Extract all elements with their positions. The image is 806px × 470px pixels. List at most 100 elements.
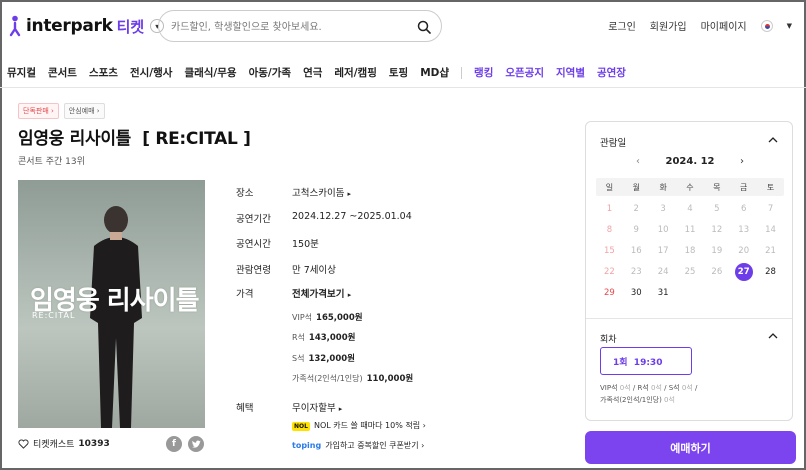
nav-classic[interactable]: 클래식/무용 — [184, 65, 236, 80]
nav-toping[interactable]: 토핑 — [389, 65, 408, 80]
period-label: 공연기간 — [236, 214, 271, 225]
calendar-day: 18 — [684, 245, 696, 256]
toping-benefit[interactable]: toping 가입하고 중복할인 쿠폰받기 › — [292, 440, 424, 451]
installment-link[interactable]: 무이자할부 ▸ — [292, 400, 342, 414]
calendar-day: 1 — [606, 203, 613, 214]
calendar-day: 7 — [767, 203, 774, 214]
chevron-down-icon[interactable]: ▼ — [787, 22, 792, 30]
calendar-day: 22 — [604, 266, 615, 277]
nav-family[interactable]: 아동/가족 — [249, 65, 291, 80]
nav-musical[interactable]: 뮤지컬 — [7, 65, 36, 80]
next-month-icon[interactable]: › — [740, 156, 744, 167]
nav-ranking[interactable]: 랭킹 — [474, 65, 493, 80]
calendar-day: 10 — [657, 224, 669, 235]
calendar-day[interactable]: 31 — [654, 284, 672, 302]
price-label: 가격 — [236, 289, 254, 300]
month-nav: ‹ 2024. 12 › — [586, 156, 794, 167]
calendar-day: 25 — [684, 266, 696, 277]
round-option-button[interactable]: 1회 19:30 — [600, 347, 692, 375]
nav-open-notice[interactable]: 오픈공지 — [505, 65, 544, 80]
runtime-value: 150분 — [292, 239, 319, 250]
korea-flag-icon[interactable] — [760, 19, 773, 32]
date-label: 관람일 — [600, 138, 627, 149]
booking-panel: 관람일 ‹ 2024. 12 › 일 월 화 수 목 금 토 123456789… — [585, 121, 793, 421]
price-row: R석 143,000원 — [292, 333, 356, 343]
mypage-link[interactable]: 마이페이지 — [701, 18, 747, 33]
chevron-up-icon[interactable] — [768, 333, 778, 339]
chevron-up-icon[interactable] — [768, 137, 778, 143]
venue-label: 장소 — [236, 188, 254, 199]
poster-image: 임영웅 리사이틀 RE:CITAL — [18, 180, 205, 428]
nav-exhibition[interactable]: 전시/행사 — [130, 65, 172, 80]
calendar-day: 26 — [711, 266, 723, 277]
calendar-day: 13 — [738, 224, 750, 235]
calendar-day: 19 — [711, 245, 723, 256]
nav-mdshop[interactable]: MD샵 — [420, 65, 449, 80]
benefit-label: 혜택 — [236, 403, 254, 414]
header: interpark 티켓 ▾ 로그인 회원가입 마이페이지 ▼ — [0, 0, 806, 52]
calendar-day: 11 — [684, 224, 696, 235]
ticketcast-count: 10393 — [78, 438, 110, 449]
month-label: 2024. 12 — [665, 156, 715, 167]
prev-month-icon[interactable]: ‹ — [636, 156, 640, 167]
exclusive-badge[interactable]: 단독판매 › — [18, 103, 59, 119]
calendar-day: 12 — [711, 224, 723, 235]
price-row: S석 132,000원 — [292, 354, 355, 364]
calendar-day[interactable]: 29 — [600, 284, 618, 302]
price-row: 가족석(2인석/1인당) 110,000원 — [292, 374, 414, 384]
calendar-day[interactable]: 28 — [762, 263, 780, 281]
calendar-day: 4 — [687, 203, 693, 214]
calendar-day: 9 — [633, 224, 639, 235]
safe-booking-badge[interactable]: 안심예매 › — [63, 103, 105, 119]
calendar-day[interactable]: 30 — [627, 284, 645, 302]
nav-leisure[interactable]: 레저/캠핑 — [334, 65, 376, 80]
logo-ticket: 티켓 — [116, 17, 145, 36]
weekday-header: 일 월 화 수 목 금 토 — [596, 178, 784, 196]
book-button[interactable]: 예매하기 — [585, 431, 796, 464]
nav-region[interactable]: 지역별 — [556, 65, 585, 80]
calendar-day: 3 — [660, 203, 666, 214]
top-links: 로그인 회원가입 마이페이지 ▼ — [594, 18, 792, 33]
nav-play[interactable]: 연극 — [303, 65, 322, 80]
twitter-icon[interactable] — [188, 436, 204, 452]
calendar-day: 21 — [765, 245, 776, 256]
seat-availability: VIP석 0석 / R석 0석 / S석 0석 / 가족석(2인석/1인당) 0… — [600, 384, 698, 404]
search-icon[interactable] — [417, 19, 431, 34]
calendar-day: 17 — [657, 245, 669, 256]
login-link[interactable]: 로그인 — [608, 18, 636, 33]
search-input[interactable] — [171, 18, 411, 36]
badges: 단독판매 › 안심예매 › — [18, 103, 110, 119]
nav-sports[interactable]: 스포츠 — [89, 65, 118, 80]
round-label: 회차 — [600, 335, 617, 345]
venue-link[interactable]: 고척스카이돔 ▸ — [292, 185, 351, 199]
calendar-day: 2 — [633, 203, 639, 214]
category-nav: 뮤지컬 콘서트 스포츠 전시/행사 클래식/무용 아동/가족 연극 레저/캠핑 … — [0, 58, 806, 88]
nav-concert[interactable]: 콘서트 — [48, 65, 77, 80]
age-value: 만 7세이상 — [292, 265, 337, 276]
calendar-day: 6 — [740, 203, 747, 214]
age-label: 관람연령 — [236, 265, 271, 276]
nol-icon: NOL — [292, 422, 310, 431]
ticketcast[interactable]: 티켓캐스트 10393 — [18, 437, 110, 450]
nol-card-benefit[interactable]: NOL NOL 카드 쓸 때마다 10% 적립 › — [292, 420, 426, 431]
facebook-icon[interactable]: f — [166, 436, 182, 452]
logo-text: interpark — [26, 16, 113, 36]
runtime-label: 공연시간 — [236, 239, 271, 250]
calendar-day: 14 — [765, 224, 776, 235]
calendar-grid: 1 2 3 4 5 6 7 8 9 10 11 12 13 14 15 16 17 18 19 20 21 22 23 24 2… — [596, 198, 784, 303]
logo[interactable]: interpark 티켓 ▾ — [8, 14, 165, 38]
interpark-logo-icon — [8, 15, 22, 37]
signup-link[interactable]: 회원가입 — [650, 18, 687, 33]
price-all-link[interactable]: 전체가격보기 ▸ — [292, 286, 351, 300]
calendar-day[interactable]: 27 — [734, 262, 753, 281]
calendar-day: 5 — [714, 203, 720, 214]
calendar-day: 15 — [604, 245, 615, 256]
search-box — [158, 10, 442, 42]
calendar-day: 20 — [738, 245, 750, 256]
ranking-subtitle: 콘서트 주간 13위 — [18, 157, 85, 167]
nav-venue[interactable]: 공연장 — [597, 65, 626, 80]
panel-divider — [586, 318, 792, 319]
toping-logo: toping — [292, 441, 322, 450]
price-row: VIP석 165,000원 — [292, 313, 363, 323]
period-value: 2024.12.27 ~2025.01.04 — [292, 211, 412, 222]
